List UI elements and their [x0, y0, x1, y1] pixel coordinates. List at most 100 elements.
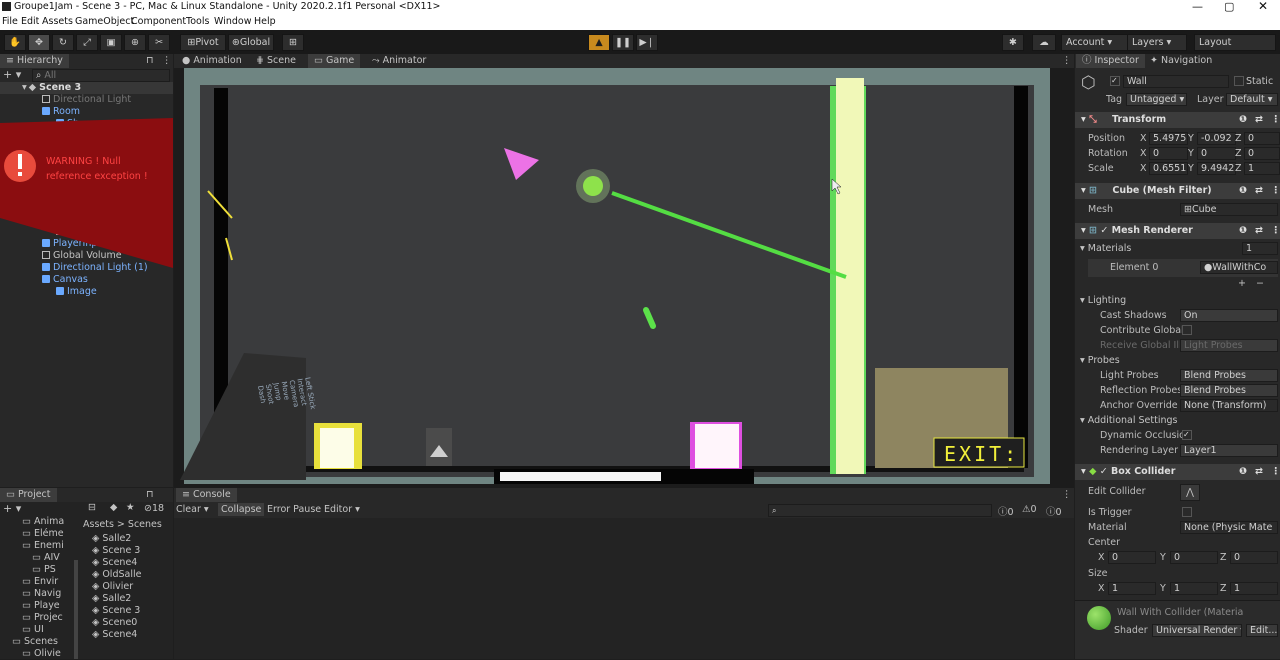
project-add-button[interactable]: + ▾ [3, 502, 21, 515]
transform-rotation-z-field[interactable]: 0 [1244, 147, 1280, 160]
step-button[interactable]: ▶❘ [636, 34, 658, 51]
box-collider-check-icon[interactable]: ✓ [1100, 466, 1108, 477]
console-search-input[interactable]: ⌕ [768, 504, 992, 517]
size-z-field[interactable]: 1 [1230, 582, 1278, 595]
collab-icon[interactable]: ✱ [1002, 34, 1024, 51]
add-button[interactable]: + ▾ [3, 68, 21, 81]
custom-tool-icon[interactable]: ✂ [148, 34, 170, 51]
tab-scene[interactable]: ⋕ Scene [250, 54, 302, 68]
console-error-pause-button[interactable]: Error Pause [267, 504, 321, 515]
project-folder-item[interactable]: ▭ Enemi [0, 540, 72, 552]
hierarchy-tab[interactable]: ≡ Hierarchy [0, 54, 69, 68]
shader-edit-button[interactable]: Edit... [1246, 624, 1278, 637]
menu-component[interactable]: Component [131, 16, 186, 27]
project-folder-item[interactable]: ▭ PS [0, 564, 72, 576]
project-label-icon[interactable]: ◆ [110, 502, 117, 513]
transform-scale-x-field[interactable]: 0.6551 [1149, 162, 1188, 175]
scene-row[interactable]: ▾ ◆ Scene 3 [0, 82, 173, 94]
project-file-item[interactable]: ◈ Salle2 [92, 593, 172, 605]
tab-navigation[interactable]: ✦ Navigation [1144, 54, 1218, 68]
maximize-icon[interactable]: ▢ [1224, 0, 1234, 13]
project-file-item[interactable]: ◈ Scene 3 [92, 605, 172, 617]
box-collider-header[interactable]: ▾ ◆ ✓ Box Collider ❶ ⇄ ⋮ [1075, 464, 1280, 480]
menu-edit[interactable]: Edit [21, 16, 39, 27]
mesh-filter-header[interactable]: ▾ ⊞ Cube (Mesh Filter) ❶ ⇄ ⋮ [1075, 183, 1280, 199]
play-button[interactable]: ▲ [588, 34, 610, 51]
project-breadcrumb[interactable]: Assets > Scenes [83, 519, 162, 530]
menu-file[interactable]: File [2, 16, 18, 27]
rect-tool-icon[interactable]: ▣ [100, 34, 122, 51]
contribute-gi-checkbox[interactable] [1182, 325, 1192, 335]
project-folder-item[interactable]: ▭ Playe [0, 600, 72, 612]
close-icon[interactable]: ✕ [1258, 0, 1268, 13]
project-folder-item[interactable]: ▭ Olivie [0, 648, 72, 660]
preset-icon[interactable]: ⇄ [1255, 464, 1263, 480]
transform-position-z-field[interactable]: 0 [1244, 132, 1280, 145]
mesh-renderer-check-icon[interactable]: ✓ [1100, 225, 1108, 236]
project-folder-item[interactable]: ▭ Envir [0, 576, 72, 588]
layout-dropdown[interactable]: Layout [1194, 34, 1276, 51]
console-tab[interactable]: ≡ Console [176, 488, 237, 502]
menu-dots-icon[interactable]: ⋮ [162, 55, 172, 66]
console-menu-dots-icon[interactable]: ⋮ [1062, 489, 1072, 500]
size-y-field[interactable]: 1 [1170, 582, 1218, 595]
move-tool-icon[interactable]: ✥ [28, 34, 50, 51]
cloud-icon[interactable]: ☁ [1032, 34, 1056, 51]
rendering-layer-dropdown[interactable]: Layer1 [1180, 444, 1278, 457]
console-log-count[interactable]: ⓘ0 [998, 504, 1014, 518]
console-clear-button[interactable]: Clear ▾ [176, 504, 209, 515]
add-element-icon[interactable]: + [1238, 278, 1246, 289]
cast-shadows-dropdown[interactable]: On [1180, 309, 1278, 322]
scale-tool-icon[interactable]: ⤢ [76, 34, 98, 51]
preset-icon[interactable]: ⇄ [1255, 112, 1263, 128]
tab-animation[interactable]: ● Animation [176, 54, 248, 68]
probes-foldout[interactable]: ▾ Probes [1080, 355, 1120, 366]
dynamic-occlusion-checkbox[interactable]: ✓ [1182, 430, 1192, 440]
center-x-field[interactable]: 0 [1108, 551, 1156, 564]
grid-snap-icon[interactable]: ⊞ [282, 34, 304, 51]
project-file-item[interactable]: ◈ Salle2 [92, 533, 172, 545]
transform-rotation-x-field[interactable]: 0 [1149, 147, 1188, 160]
center-z-field[interactable]: 0 [1230, 551, 1278, 564]
transform-position-y-field[interactable]: -0.092 [1197, 132, 1236, 145]
edit-collider-button[interactable]: ⋀ [1180, 484, 1200, 501]
tab-animator[interactable]: ⤳ Animator [366, 54, 432, 68]
more-icon[interactable]: ⋮ [1271, 183, 1280, 199]
element0-field[interactable]: ●WallWithCo [1200, 261, 1278, 274]
help-icon[interactable]: ❶ [1239, 112, 1247, 128]
minimize-icon[interactable]: — [1192, 0, 1203, 13]
preset-icon[interactable]: ⇄ [1255, 183, 1263, 199]
tag-dropdown[interactable]: Untagged ▾ [1126, 93, 1187, 106]
project-folder-item[interactable]: ▭ Projec [0, 612, 72, 624]
project-file-item[interactable]: ◈ OldSalle [92, 569, 172, 581]
project-folder-item[interactable]: ▭ Navig [0, 588, 72, 600]
pause-button[interactable]: ❚❚ [612, 34, 634, 51]
hierarchy-row[interactable]: Directional Light [0, 94, 173, 106]
transform-header[interactable]: ▾ ⤡ Transform ❶ ⇄ ⋮ [1075, 112, 1280, 128]
tab-inspector[interactable]: ⓘ Inspector [1076, 54, 1145, 68]
project-lock-icon[interactable]: ⊓ [146, 489, 153, 500]
project-folder-item[interactable]: ▭ AIV [0, 552, 72, 564]
hierarchy-row[interactable]: Image [0, 286, 173, 298]
more-icon[interactable]: ⋮ [1271, 464, 1280, 480]
menu-tools[interactable]: Tools [186, 16, 209, 27]
game-view[interactable]: DashShootJumpMoveCameraInteractLeft Stic… [174, 68, 1074, 488]
project-tab[interactable]: ▭ Project [0, 488, 57, 502]
rotate-tool-icon[interactable]: ↻ [52, 34, 74, 51]
project-folder-item[interactable]: ▭ Eléme [0, 528, 72, 540]
project-folder-item[interactable]: ▭ UI [0, 624, 72, 636]
global-button[interactable]: ⊛Global [228, 34, 274, 51]
console-editor-dropdown[interactable]: Editor ▾ [324, 504, 360, 515]
object-name-field[interactable]: Wall [1123, 75, 1229, 88]
transform-scale-z-field[interactable]: 1 [1244, 162, 1280, 175]
preset-icon[interactable]: ⇄ [1255, 223, 1263, 239]
light-probes-dropdown[interactable]: Blend Probes [1180, 369, 1278, 382]
help-icon[interactable]: ❶ [1239, 464, 1247, 480]
center-y-field[interactable]: 0 [1170, 551, 1218, 564]
console-warning-count[interactable]: ⚠0 [1022, 504, 1037, 515]
static-checkbox[interactable] [1234, 76, 1244, 86]
tab-game[interactable]: ▭ Game [308, 54, 361, 68]
menu-window[interactable]: Window [214, 16, 251, 27]
project-file-item[interactable]: ◈ Scene 3 [92, 545, 172, 557]
active-checkbox[interactable]: ✓ [1110, 76, 1120, 86]
